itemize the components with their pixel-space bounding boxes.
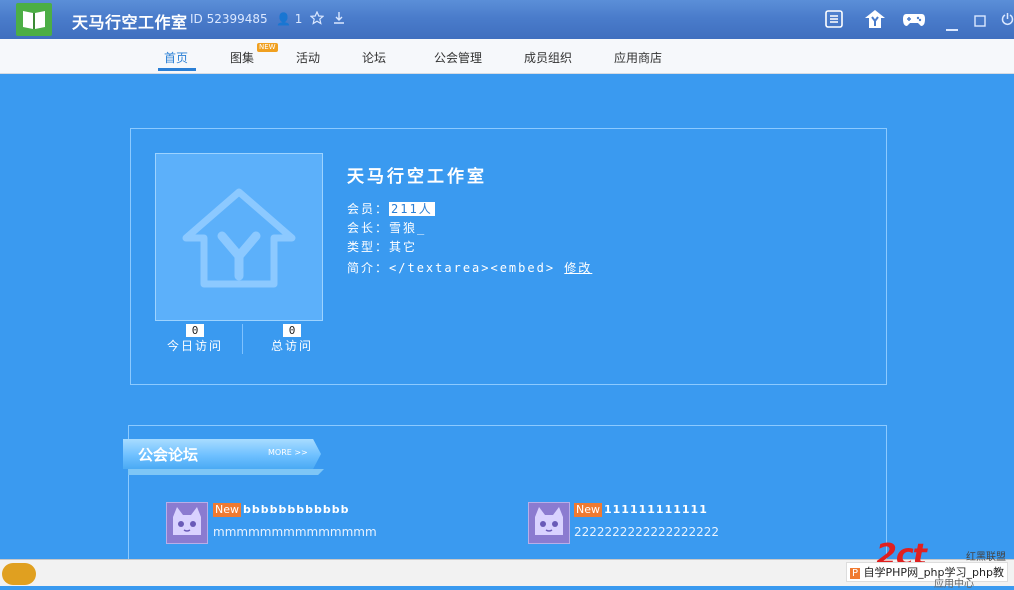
leader-label: 会长： <box>347 221 390 235</box>
today-visits-value: 0 <box>186 324 204 337</box>
post-excerpt: mmmmmmmmmmmmmm <box>213 525 377 539</box>
members-value: 211人 <box>389 202 435 216</box>
club-avatar[interactable] <box>155 153 323 321</box>
tab-activity[interactable]: 活动 <box>296 49 320 66</box>
watermark-site: 红黑联盟 <box>966 552 1006 563</box>
type-label: 类型： <box>347 240 390 254</box>
today-visits-label: 今日访问 <box>166 339 223 353</box>
person-icon: 👤 <box>276 12 291 26</box>
post-excerpt: 2222222222222222222 <box>574 525 720 539</box>
tab-member-organization[interactable]: 成员组织 <box>524 49 572 66</box>
ribbon-shadow <box>128 469 324 475</box>
star-icon[interactable] <box>309 10 325 29</box>
tab-guild-management[interactable]: 公会管理 <box>434 49 482 66</box>
type-value: 其它 <box>389 240 418 254</box>
app-logo-icon <box>16 3 52 36</box>
post-thumbnail[interactable] <box>528 502 570 544</box>
members-label: 会员： <box>347 202 390 216</box>
intro-value: </textarea><embed> <box>389 261 556 275</box>
new-badge: NEW <box>257 43 278 52</box>
post-new-badge: New <box>213 503 241 517</box>
today-visits: 0 今日访问 <box>155 323 235 354</box>
total-visits-value: 0 <box>283 324 301 337</box>
total-visits: 0 总访问 <box>252 323 332 354</box>
tab-app-store[interactable]: 应用商店 <box>614 49 662 66</box>
tab-gallery[interactable]: 图集 <box>230 49 254 66</box>
type-row: 类型：其它 <box>347 238 417 255</box>
list-icon[interactable] <box>824 9 844 33</box>
watermark-text: P 自学PHP网_php学习_php教 <box>846 562 1008 582</box>
leader-value[interactable]: 雪狼_ <box>389 221 426 235</box>
post-thumbnail[interactable] <box>166 502 208 544</box>
post-new-badge: New <box>574 503 602 517</box>
maximize-icon[interactable] <box>974 12 986 31</box>
gamepad-icon[interactable] <box>902 9 926 33</box>
forum-title: 公会论坛 <box>138 446 199 464</box>
members-row: 会员： 211人 <box>347 200 435 217</box>
ghost-text: 应用中心 <box>934 579 974 590</box>
forum-more-link[interactable]: MORE >> <box>268 448 308 457</box>
mascot-icon <box>2 563 36 585</box>
cat-avatar-icon <box>535 507 563 535</box>
cat-avatar-icon <box>173 507 201 535</box>
active-tab-indicator <box>158 68 196 71</box>
tab-forum[interactable]: 论坛 <box>362 49 386 66</box>
total-visits-label: 总访问 <box>270 339 313 353</box>
member-count-value: 1 <box>294 12 303 26</box>
watermark-p-icon: P <box>850 568 861 579</box>
intro-label: 简介： <box>347 261 390 275</box>
y-house-icon <box>182 188 296 288</box>
member-count: 👤 1 <box>276 12 302 26</box>
edit-intro-link[interactable]: 修改 <box>564 261 592 275</box>
club-id: ID 52399485 <box>190 12 268 26</box>
club-name: 天马行空工作室 <box>347 167 487 187</box>
post-title[interactable]: bbbbbbbbbbbb <box>243 503 350 516</box>
power-icon[interactable] <box>1001 11 1014 30</box>
post-title[interactable]: 111111111111 <box>604 503 708 516</box>
stat-divider <box>242 324 243 354</box>
window-title: 天马行空工作室 <box>72 13 188 32</box>
nav-bar: 首页 图集 NEW 活动 论坛 公会管理 成员组织 应用商店 <box>0 39 1014 74</box>
intro-row: 简介：</textarea><embed> 修改 <box>347 259 592 276</box>
download-icon[interactable] <box>332 10 346 29</box>
tab-home[interactable]: 首页 <box>164 49 188 66</box>
leader-row: 会长：雪狼_ <box>347 219 426 236</box>
minimize-icon[interactable] <box>946 17 958 36</box>
y-home-icon[interactable] <box>864 8 886 34</box>
title-bar: 天马行空工作室 ID 52399485 👤 1 <box>0 0 1014 39</box>
